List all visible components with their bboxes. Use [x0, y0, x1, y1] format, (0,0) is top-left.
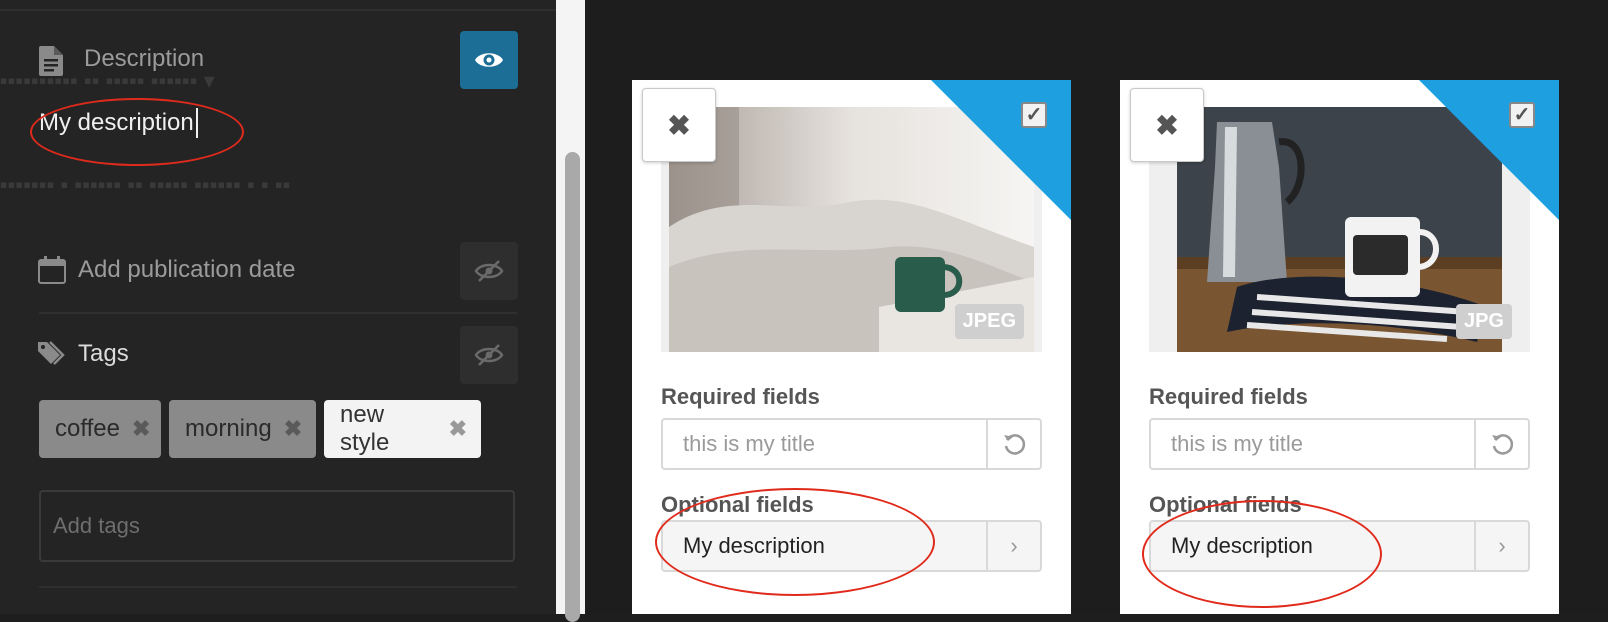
calendar-icon — [38, 256, 66, 284]
top-divider — [0, 9, 556, 11]
tags-title: Tags — [78, 340, 129, 367]
tag-chip[interactable]: morning ✖ — [169, 400, 316, 458]
eye-slash-icon — [474, 260, 504, 282]
eye-slash-icon — [474, 344, 504, 366]
annotation-circle — [30, 98, 244, 166]
publication-date-visibility-button[interactable] — [460, 242, 518, 300]
select-checkbox[interactable]: ✓ — [1509, 102, 1535, 128]
expand-button[interactable]: › — [986, 522, 1040, 570]
title-placeholder: this is my title — [1171, 431, 1304, 456]
section-divider — [39, 312, 517, 314]
expand-button[interactable]: › — [1474, 522, 1528, 570]
tag-label: new style — [340, 401, 390, 456]
remove-tag-icon[interactable]: ✖ — [449, 416, 467, 442]
format-badge: JPG — [1455, 304, 1512, 339]
remove-card-button[interactable]: ✖ — [642, 88, 716, 162]
scrollbar-thumb[interactable] — [565, 152, 580, 622]
description-visibility-button[interactable] — [460, 31, 518, 89]
title-placeholder: this is my title — [683, 431, 816, 456]
required-fields-label: Required fields — [1149, 384, 1308, 409]
required-fields-label: Required fields — [661, 384, 820, 409]
ghost-text: ▪▪▪▪▪▪▪▪ ▪ ▪▪▪▪▪▪ ▪▪ ▪▪▪▪▪ ▪▪▪▪▪▪ ▪ ▪ ▪▪ — [0, 172, 291, 197]
tag-chip[interactable]: new style ✖ — [324, 400, 481, 458]
tags-icon — [38, 341, 65, 365]
media-grid: JPEG ✓ ✖ Required fields this is my titl… — [585, 0, 1608, 614]
document-icon — [39, 46, 63, 76]
close-icon: ✖ — [1155, 109, 1179, 141]
reset-button[interactable] — [1474, 420, 1528, 468]
title-input[interactable]: this is my title — [661, 418, 1042, 470]
close-icon: ✖ — [667, 109, 691, 141]
edit-panel: ▪▪▪▪▪▪▪▪▪▪▪ ▪▪ ▪▪▪▪▪ ▪▪▪▪▪▪ ▾ ▪▪▪▪▪▪▪▪ ▪… — [0, 0, 556, 614]
description-title: Description — [84, 45, 205, 72]
reset-button[interactable] — [986, 420, 1040, 468]
publication-date-label[interactable]: Add publication date — [78, 256, 296, 284]
thumbnail-frame: JPEG — [661, 107, 1042, 352]
chevron-right-icon: › — [1498, 533, 1506, 558]
undo-icon — [1492, 434, 1514, 455]
thumbnail-image — [1177, 107, 1502, 352]
remove-card-button[interactable]: ✖ — [1130, 88, 1204, 162]
add-tags-input[interactable] — [39, 490, 515, 562]
section-divider — [39, 586, 517, 588]
annotation-circle — [1142, 500, 1382, 608]
tags-visibility-button[interactable] — [460, 326, 518, 384]
tag-label: morning — [185, 415, 272, 442]
tag-label: coffee — [55, 415, 120, 442]
annotation-circle — [655, 488, 935, 596]
thumbnail-frame: JPG — [1149, 107, 1530, 352]
title-input[interactable]: this is my title — [1149, 418, 1530, 470]
chevron-right-icon: › — [1010, 533, 1018, 558]
remove-tag-icon[interactable]: ✖ — [284, 416, 302, 442]
format-badge: JPEG — [954, 304, 1024, 339]
select-checkbox[interactable]: ✓ — [1021, 102, 1047, 128]
eye-icon — [475, 53, 503, 67]
remove-tag-icon[interactable]: ✖ — [132, 416, 150, 442]
undo-icon — [1004, 434, 1026, 455]
tag-chip[interactable]: coffee ✖ — [39, 400, 161, 458]
